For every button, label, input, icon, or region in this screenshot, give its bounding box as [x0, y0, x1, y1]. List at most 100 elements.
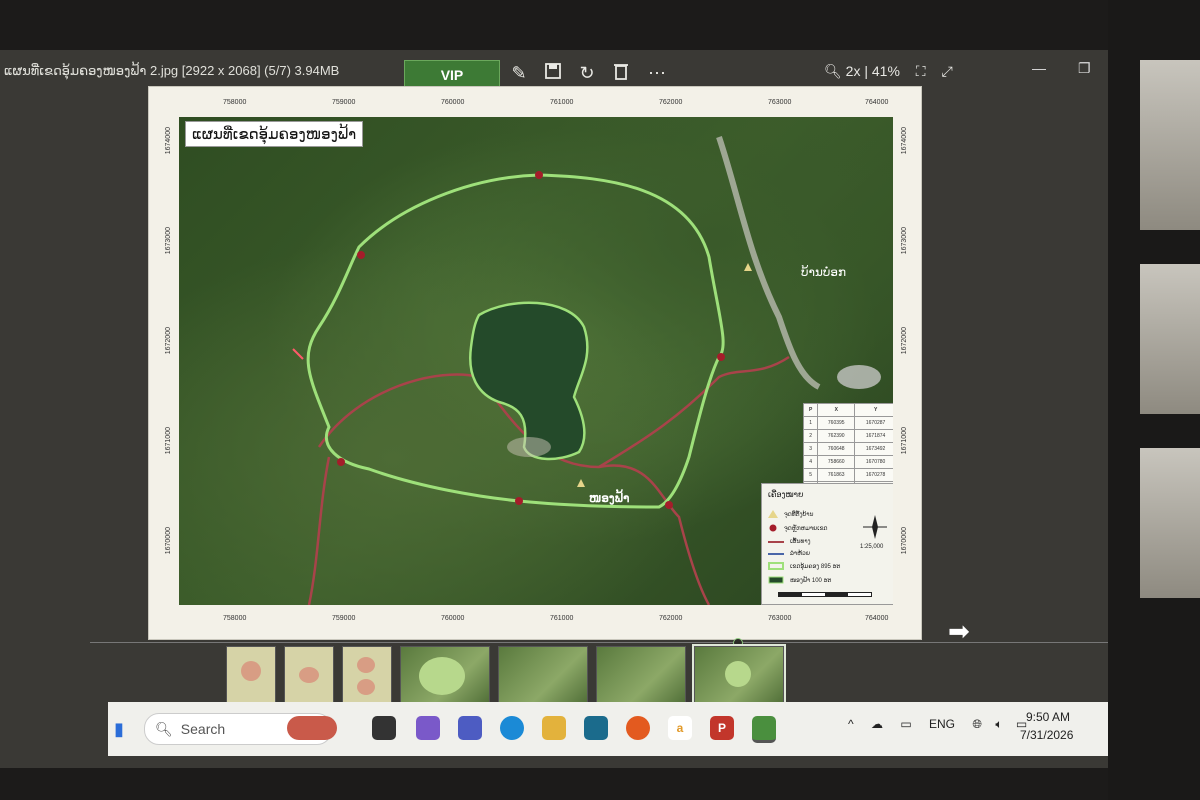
legend-item: ຈຸດທີ່ຕັ້ງບ້ານ — [768, 510, 813, 518]
table-cell: 1670287 — [854, 416, 893, 430]
road-line-icon — [768, 540, 784, 543]
thumbnail-3[interactable] — [342, 646, 392, 708]
clearing — [837, 365, 881, 389]
edge-icon[interactable] — [500, 716, 524, 740]
edit-icon[interactable]: ✎ — [508, 62, 530, 84]
fit-screen-icon[interactable]: ⛶ — [916, 63, 926, 79]
table-cell: 3 — [802, 442, 819, 456]
start-windows-icon[interactable]: ▮ — [114, 719, 124, 740]
save-icon[interactable] — [542, 62, 564, 84]
slideshow-track — [90, 642, 1108, 643]
table-row: 4 758660 1670780 — [802, 455, 893, 469]
taskbar-search[interactable]: 🔍︎ Search — [144, 713, 337, 745]
x-tick: 760000 — [441, 99, 465, 106]
viewer-titlebar: ແຜນທີ່ເຂດອຸ້ມຄອງໜອງຟ້າ 2.jpg [2922 x 206… — [0, 50, 1108, 90]
search-highlight-image — [287, 716, 337, 740]
x-tick-bottom: 764000 — [865, 615, 889, 622]
x-tick-bottom: 758000 — [223, 615, 247, 622]
y-tick: 1670000 — [165, 527, 172, 555]
x-tick: 763000 — [768, 99, 792, 106]
search-icon: 🔍︎ — [155, 720, 173, 737]
y-tick-right: 1670000 — [901, 527, 908, 555]
legend-item: ໜອງຟ້າ 100 ຮຕ — [768, 576, 832, 584]
volume-icon[interactable]: 🔈︎ — [995, 717, 1002, 731]
thumbnail-4[interactable] — [400, 646, 490, 708]
marker-dot-icon — [769, 524, 777, 532]
legend-item: ເຂດອຸ້ມຄອງ 895 ຮຕ — [768, 562, 841, 570]
task-view-icon[interactable] — [372, 716, 396, 740]
amazon-icon[interactable]: a — [668, 716, 692, 740]
language-indicator[interactable]: ENG — [929, 717, 955, 731]
village-label: ບ້ານບໍ່ອກ — [801, 265, 847, 279]
window-pane — [1140, 448, 1200, 598]
table-row: 5 761863 1670278 — [802, 468, 893, 482]
delete-icon[interactable] — [610, 62, 632, 84]
fullscreen-icon[interactable]: ⤢ — [942, 63, 953, 79]
zoom-group[interactable]: 🔍︎ 2x | 41% ⛶ ⤢ — [824, 63, 953, 80]
table-row: 2 762390 1671874 — [802, 429, 893, 443]
clock-date[interactable]: 7/31/2026 — [1020, 728, 1073, 742]
village-marker — [577, 479, 585, 487]
column-header: X — [817, 403, 856, 417]
chevron-up-icon[interactable]: ^ — [848, 717, 854, 731]
teams-icon[interactable] — [458, 716, 482, 740]
minimize-icon[interactable]: — — [1032, 60, 1046, 76]
file-info: ແຜນທີ່ເຂດອຸ້ມຄອງໜອງຟ້າ 2.jpg [2922 x 206… — [4, 63, 340, 78]
thumbnail-5[interactable] — [498, 646, 588, 708]
map-title: ແຜນທີ່ເຂດອຸ້ມຄອງໜອງຟ້າ — [185, 121, 364, 147]
laser-pointer-mark — [292, 348, 304, 360]
lake-label: ໜອງຟ້າ — [589, 491, 630, 505]
more-icon[interactable]: ⋯ — [646, 62, 668, 84]
file-explorer-icon[interactable] — [542, 716, 566, 740]
table-cell: 758660 — [817, 455, 856, 469]
x-tick-bottom: 761000 — [550, 615, 574, 622]
y-tick-right: 1672000 — [901, 327, 908, 355]
column-header: P — [802, 403, 819, 417]
table-cell: 1670278 — [854, 468, 893, 482]
thumbnail-6[interactable] — [596, 646, 686, 708]
table-cell: 1673492 — [854, 442, 893, 456]
x-tick: 764000 — [865, 99, 889, 106]
outlook-icon[interactable] — [584, 716, 608, 740]
legend-title: ເຄື່ອງໝາຍ — [768, 490, 804, 499]
road-line — [598, 355, 790, 469]
satellite-map[interactable]: ແຜນທີ່ເຂດອຸ້ມຄອງໜອງຟ້າ ບ້ານບໍ່ອກ ໜອງຟ້າ … — [179, 117, 893, 605]
cloud-sync-icon[interactable]: ☁ — [871, 717, 883, 731]
clock-time[interactable]: 9:50 AM — [1026, 710, 1070, 724]
coordinate-table: P X Y 1 760395 1670287 2 762390 1671874 … — [802, 403, 893, 495]
rotate-icon[interactable]: ↻ — [576, 62, 598, 84]
table-cell: 2 — [802, 429, 819, 443]
y-tick-right: 1671000 — [901, 427, 908, 455]
y-tick: 1672000 — [165, 327, 172, 355]
north-arrow-icon — [863, 515, 887, 539]
window-pane — [1140, 264, 1200, 414]
table-cell: 1670780 — [854, 455, 893, 469]
table-cell: 760648 — [817, 442, 856, 456]
table-cell: 1671874 — [854, 429, 893, 443]
copilot-icon[interactable] — [416, 716, 440, 740]
river — [716, 136, 821, 390]
thumbnail-2[interactable] — [284, 646, 334, 708]
globe-icon[interactable]: 🌐︎ — [972, 717, 982, 731]
display-icon[interactable]: ▭ — [900, 717, 911, 731]
image-viewer-app-icon[interactable] — [752, 716, 776, 743]
village-marker — [744, 263, 752, 271]
thumbnail-1[interactable] — [226, 646, 276, 708]
boundary-marker — [357, 251, 365, 259]
table-header-row: P X Y — [802, 403, 893, 417]
table-cell: 4 — [802, 455, 819, 469]
restore-icon[interactable]: ❐ — [1078, 60, 1091, 77]
x-tick-bottom: 760000 — [441, 615, 465, 622]
powerpoint-icon[interactable]: P — [710, 716, 734, 740]
clearing — [507, 437, 551, 457]
scale-bar — [778, 592, 872, 597]
table-row: 1 760395 1670287 — [802, 416, 893, 430]
thumbnail-7[interactable] — [692, 644, 786, 710]
table-row: 3 760648 1673492 — [802, 442, 893, 456]
boundary-marker — [665, 501, 673, 509]
x-tick-bottom: 759000 — [332, 615, 356, 622]
taskbar: ▮ 🔍︎ Search a P ^ ☁ ▭ ENG 🌐︎ 🔈︎ ▭ 9:50 A… — [108, 702, 1108, 756]
firefox-icon[interactable] — [626, 716, 650, 740]
boundary-marker — [717, 353, 725, 361]
boundary-marker — [535, 171, 543, 179]
